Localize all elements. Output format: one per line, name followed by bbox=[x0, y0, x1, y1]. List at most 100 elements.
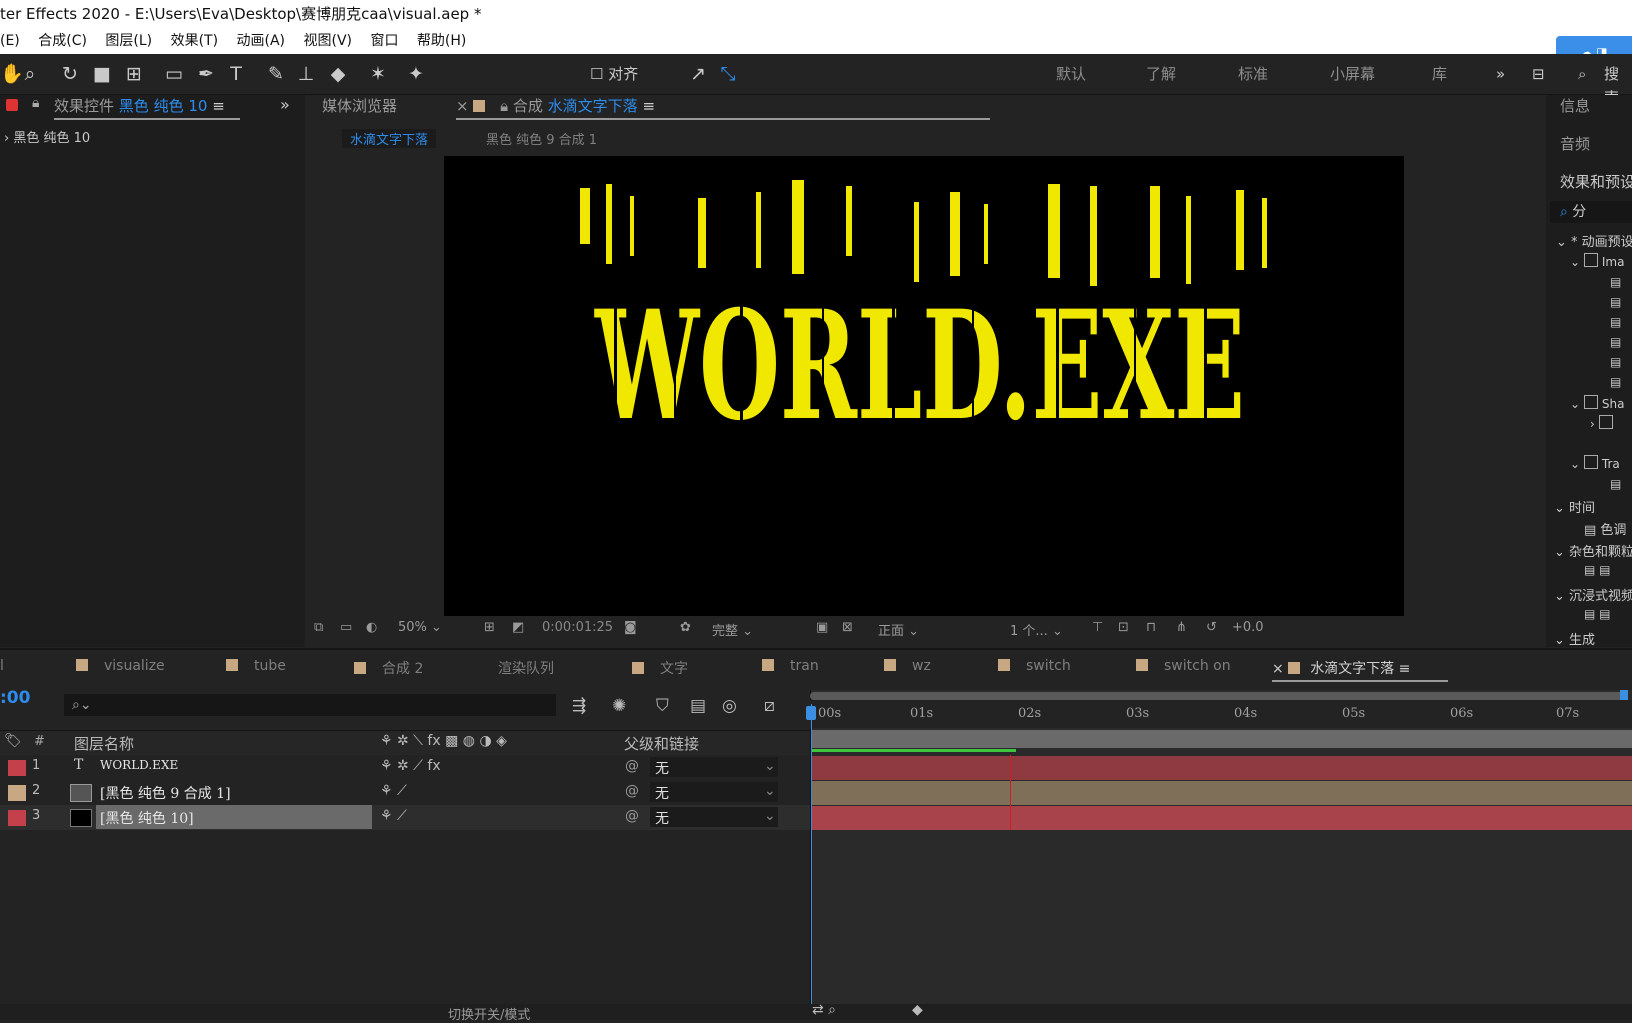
parent-select[interactable] bbox=[650, 757, 778, 777]
preset-item-icon[interactable]: ▤ bbox=[1610, 275, 1621, 289]
timeline-tab-tube[interactable]: tube bbox=[226, 658, 286, 674]
parent-link-header[interactable]: 父级和链接 bbox=[624, 733, 699, 754]
timeline-tab-active[interactable]: × 水滴文字下落 ≡ bbox=[1272, 658, 1410, 678]
menu-composition[interactable]: 合成(C) bbox=[38, 33, 87, 49]
safe-zones-icon[interactable]: ⊞ bbox=[484, 620, 495, 635]
menu-edit[interactable]: (E) bbox=[0, 33, 20, 49]
zoom-tool-icon[interactable]: ⌕ bbox=[18, 62, 42, 86]
preset-item-icon[interactable]: ▤ ▤ bbox=[1584, 563, 1611, 577]
parent-select[interactable] bbox=[650, 807, 778, 827]
parent-dropdown-icon[interactable]: ⌄ bbox=[764, 808, 776, 824]
layer-row[interactable]: 2 [黑色 纯色 9 合成 1] ⚘ ⟋ @ 无 ⌄ bbox=[0, 780, 810, 805]
effects-tab[interactable]: 效果控件 黑色 纯色 10 ≡ bbox=[54, 95, 225, 116]
timeline-tab-visualize[interactable]: visualize bbox=[76, 658, 165, 674]
preset-item-icon[interactable]: ▤ bbox=[1610, 355, 1621, 369]
preset-item-icon[interactable]: ▤ bbox=[1610, 477, 1621, 491]
timeline-tab-tran[interactable]: tran bbox=[762, 658, 819, 674]
tree-immersive-video[interactable]: ⌄ 沉浸式视频 bbox=[1554, 585, 1632, 604]
layer-switches[interactable]: ⚘ ⟋ bbox=[380, 808, 407, 824]
zoom-out-icon[interactable]: ⇄ ⌕ bbox=[812, 1002, 836, 1018]
tree-folder-tra[interactable]: ⌄ Tra bbox=[1570, 455, 1620, 471]
layer-duration-bar[interactable] bbox=[812, 756, 1632, 780]
layer-switches[interactable]: ⚘ ✲ ⟋ fx bbox=[380, 758, 441, 774]
tree-folder-sha[interactable]: ⌄ Sha bbox=[1570, 395, 1624, 411]
workspace-library[interactable]: 库 bbox=[1432, 62, 1447, 86]
shy-layers-icon[interactable]: ⛉ bbox=[656, 696, 669, 716]
pen-tool-icon[interactable]: ✒ bbox=[194, 62, 218, 86]
audio-panel-tab[interactable]: 音频 bbox=[1560, 133, 1590, 154]
resolution-select[interactable]: 完整 ⌄ bbox=[712, 620, 753, 639]
pan-behind-tool-icon[interactable]: ⊞ bbox=[122, 62, 146, 86]
snapping-icon[interactable]: ⤡ bbox=[716, 62, 740, 86]
zoom-select[interactable]: 50% ⌄ bbox=[398, 620, 442, 635]
panel-overflow-icon[interactable]: » bbox=[280, 95, 290, 114]
current-time-display[interactable]: 0:00:01:25 bbox=[542, 620, 613, 635]
snapshot-icon[interactable]: ◙ bbox=[624, 620, 637, 635]
preset-item-icon[interactable]: ▤ bbox=[1610, 375, 1621, 389]
playhead-line[interactable] bbox=[811, 704, 812, 1020]
region-of-interest-icon[interactable]: ▣ bbox=[816, 620, 828, 635]
layer-name[interactable]: [黑色 纯色 10] bbox=[100, 808, 194, 828]
always-preview-icon[interactable]: ⧉ bbox=[314, 620, 323, 635]
workspace-default[interactable]: 默认 bbox=[1056, 62, 1086, 86]
color-channels-icon[interactable]: ✿ bbox=[680, 620, 691, 635]
pick-whip-icon[interactable]: @ bbox=[625, 808, 639, 824]
time-ruler[interactable] bbox=[810, 700, 1632, 728]
playhead-handle[interactable] bbox=[806, 706, 816, 720]
flowchart-icon[interactable]: ⋔ bbox=[1176, 620, 1187, 635]
pick-whip-icon[interactable]: @ bbox=[625, 758, 639, 774]
timeline-tab-switch-on[interactable]: switch on bbox=[1136, 658, 1231, 674]
close-comp-tab-icon[interactable]: × bbox=[456, 97, 473, 115]
view-select[interactable]: 正面 ⌄ bbox=[878, 620, 919, 639]
workspace-standard[interactable]: 标准 bbox=[1238, 62, 1268, 86]
breadcrumb-next[interactable]: 黑色 纯色 9 合成 1 bbox=[486, 129, 597, 148]
align-checkbox[interactable]: ☐ 对齐 bbox=[590, 62, 638, 86]
timeline-tab-wz[interactable]: wz bbox=[884, 658, 931, 674]
timeline-link-icon[interactable]: ⊓ bbox=[1146, 620, 1156, 635]
preset-item-icon[interactable]: ▤ bbox=[1610, 315, 1621, 329]
camera-tool-icon[interactable]: ■ bbox=[90, 62, 114, 86]
brush-tool-icon[interactable]: ✎ bbox=[264, 62, 288, 86]
layer-name[interactable]: WORLD.EXE bbox=[100, 758, 178, 772]
layer-duration-bar[interactable] bbox=[812, 781, 1632, 805]
breadcrumb-active[interactable]: 水滴文字下落 bbox=[342, 129, 437, 148]
label-color-swatch[interactable] bbox=[8, 785, 26, 801]
close-tab-icon[interactable]: × bbox=[1272, 661, 1288, 677]
workspace-small-screen[interactable]: 小屏幕 bbox=[1330, 62, 1375, 86]
search-icon[interactable]: ⌕ bbox=[1578, 62, 1586, 86]
layer-switches[interactable]: ⚘ ⟋ bbox=[380, 783, 407, 799]
menu-window[interactable]: 窗口 bbox=[370, 33, 398, 49]
more-workspaces-icon[interactable]: » bbox=[1496, 62, 1505, 86]
monitor-icon[interactable]: ▭ bbox=[340, 620, 352, 635]
pick-whip-icon[interactable]: @ bbox=[625, 783, 639, 799]
lock-icon[interactable]: 🔒︎ bbox=[32, 95, 39, 111]
timeline-tab-text[interactable]: 文字 bbox=[632, 658, 688, 678]
close-tab-icon[interactable] bbox=[6, 99, 18, 111]
snap-icon[interactable]: ↗ bbox=[686, 62, 710, 86]
info-panel-tab[interactable]: 信息 bbox=[1560, 95, 1590, 116]
reset-exposure-icon[interactable]: ↺ bbox=[1206, 620, 1217, 635]
preset-item-icon[interactable]: ▤ bbox=[1610, 295, 1621, 309]
eraser-tool-icon[interactable]: ◆ bbox=[326, 62, 350, 86]
layer-search-input[interactable]: ⌕⌄ bbox=[64, 694, 556, 716]
zoom-slider-thumb[interactable]: ◆ bbox=[912, 1002, 923, 1018]
tree-folder-ima[interactable]: ⌄ Ima bbox=[1570, 253, 1624, 269]
tree-color-item[interactable]: ▤ 色调 bbox=[1584, 519, 1626, 538]
fast-draft-icon[interactable]: ⊡ bbox=[1118, 620, 1129, 635]
preset-item-icon[interactable]: ▤ ▤ bbox=[1584, 607, 1611, 621]
clone-stamp-tool-icon[interactable]: ⊥ bbox=[294, 62, 318, 86]
timeline-tab-switch[interactable]: switch bbox=[998, 658, 1071, 674]
graph-editor-icon[interactable]: ⧄ bbox=[764, 696, 775, 716]
composition-tab[interactable]: × 🔒︎ 合成 水滴文字下落 ≡ bbox=[456, 95, 655, 116]
motion-blur-icon[interactable]: ◎ bbox=[722, 696, 737, 716]
fast-previews-icon[interactable]: ⊠ bbox=[842, 620, 853, 635]
effects-presets-tab[interactable]: 效果和预设 bbox=[1560, 171, 1632, 192]
tree-animation-presets[interactable]: ⌄ * 动画预设 bbox=[1556, 231, 1632, 250]
draft-3d-icon[interactable]: ✺ bbox=[612, 696, 626, 716]
timeline-tab-partial[interactable]: l bbox=[0, 658, 4, 674]
layer-name-header[interactable]: 图层名称 bbox=[74, 733, 134, 754]
media-browser-tab[interactable]: 媒体浏览器 bbox=[322, 95, 397, 116]
toggle-switches-modes[interactable]: 切换开关/模式 bbox=[448, 1004, 530, 1023]
menu-effect[interactable]: 效果(T) bbox=[171, 33, 218, 49]
tree-time[interactable]: ⌄ 时间 bbox=[1554, 497, 1595, 516]
